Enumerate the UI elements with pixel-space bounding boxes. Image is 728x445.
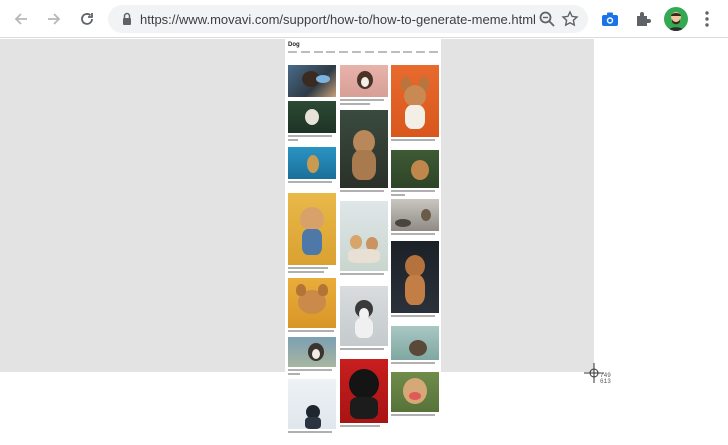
dog-photo[interactable] xyxy=(288,337,336,367)
puzzle-piece-icon xyxy=(637,12,651,26)
dog-photo[interactable] xyxy=(340,201,388,271)
reload-button[interactable] xyxy=(75,7,99,31)
more-vert-icon xyxy=(705,11,709,27)
dog-photo[interactable] xyxy=(391,65,439,137)
dog-photo[interactable] xyxy=(391,199,439,231)
extensions-button[interactable] xyxy=(632,8,654,30)
forward-arrow-icon xyxy=(48,13,61,25)
dog-photo[interactable] xyxy=(340,110,388,188)
back-arrow-icon xyxy=(14,13,27,25)
dog-photo[interactable] xyxy=(340,65,388,97)
dog-photo[interactable] xyxy=(391,241,439,313)
dog-photo[interactable] xyxy=(288,278,336,328)
screenshot-extension-button[interactable] xyxy=(599,8,621,30)
dog-photo[interactable] xyxy=(288,101,336,133)
dog-photo[interactable] xyxy=(288,65,336,97)
dog-photo[interactable] xyxy=(391,150,439,188)
profile-face-icon xyxy=(668,12,684,31)
dog-photo[interactable] xyxy=(340,286,388,346)
meme-template-sheet: Dog xyxy=(285,39,441,445)
lock-icon[interactable] xyxy=(118,10,136,28)
category-nav xyxy=(288,51,438,54)
dog-photo[interactable] xyxy=(288,193,336,265)
cursor-y-readout: 613 xyxy=(600,378,611,385)
dog-photo[interactable] xyxy=(391,326,439,360)
address-bar[interactable]: https://www.movavi.com/support/how-to/ho… xyxy=(108,5,588,33)
reload-icon xyxy=(81,13,93,25)
chrome-menu-button[interactable] xyxy=(696,8,718,30)
section-title: Dog xyxy=(288,42,300,48)
dog-photo[interactable] xyxy=(391,372,439,412)
zoom-icon[interactable] xyxy=(538,10,556,28)
dog-photo[interactable] xyxy=(340,359,388,423)
bookmark-star-icon[interactable] xyxy=(561,10,579,28)
camera-icon xyxy=(602,12,618,26)
dog-photo[interactable] xyxy=(288,147,336,179)
profile-avatar[interactable] xyxy=(664,7,688,31)
url-text[interactable]: https://www.movavi.com/support/how-to/ho… xyxy=(140,12,536,27)
back-button[interactable] xyxy=(9,7,33,31)
dog-photo[interactable] xyxy=(288,379,336,429)
forward-button[interactable] xyxy=(42,7,66,31)
cursor-coordinates: 749 613 xyxy=(600,373,611,385)
browser-toolbar: https://www.movavi.com/support/how-to/ho… xyxy=(0,0,728,38)
